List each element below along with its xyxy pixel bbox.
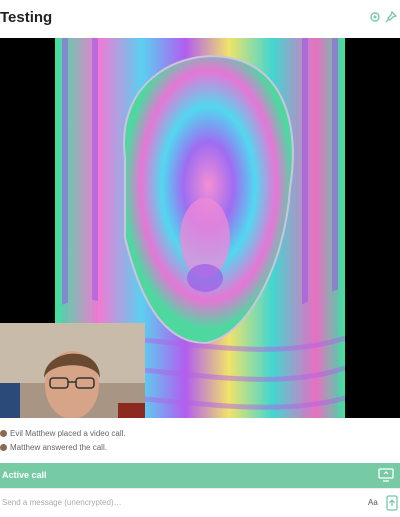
settings-icon[interactable] — [368, 10, 382, 24]
attach-icon[interactable] — [386, 495, 398, 511]
timeline-event: Evil Matthew placed a video call. — [0, 426, 126, 440]
avatar — [0, 429, 7, 437]
message-input[interactable] — [0, 495, 342, 509]
pin-icon[interactable] — [384, 10, 398, 24]
active-call-label: Active call — [2, 470, 47, 480]
event-text: Matthew answered the call. — [10, 442, 107, 452]
format-button[interactable]: Aa — [368, 498, 378, 507]
timeline-event: Matthew answered the call. — [0, 440, 107, 454]
room-header: Testing — [0, 0, 400, 38]
message-composer: Aa — [0, 488, 400, 517]
avatar — [0, 443, 7, 451]
screen-share-icon[interactable] — [378, 468, 394, 482]
active-call-bar[interactable]: Active call — [0, 463, 400, 488]
room-title: Testing — [0, 9, 53, 26]
call-stage — [0, 38, 400, 418]
event-text: Evil Matthew placed a video call. — [10, 428, 126, 438]
timeline: Evil Matthew placed a video call. Matthe… — [0, 418, 400, 463]
local-video — [0, 323, 145, 418]
